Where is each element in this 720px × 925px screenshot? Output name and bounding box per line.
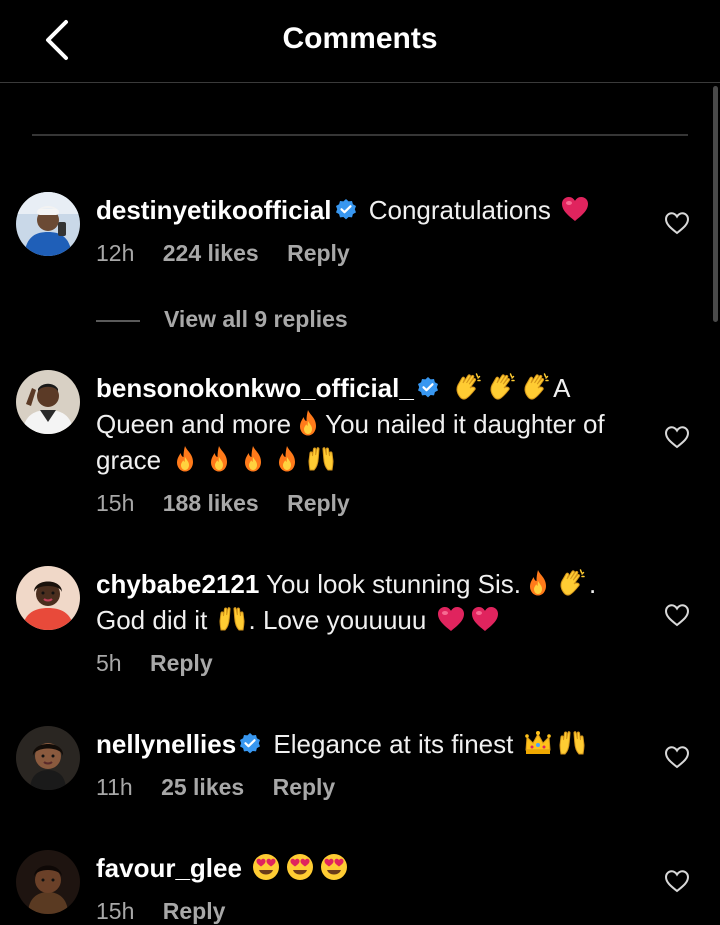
avatar-image xyxy=(16,192,80,256)
red-heart-emoji-icon xyxy=(560,194,590,224)
username[interactable]: favour_glee xyxy=(96,853,242,883)
section-divider xyxy=(32,134,688,136)
heart-eyes-emoji-icon xyxy=(251,852,281,882)
fire-emoji-icon xyxy=(523,568,553,598)
comment-meta: 15h 188 likes Reply xyxy=(96,490,372,517)
page-title: Comments xyxy=(282,22,438,55)
comment-meta: 5h Reply xyxy=(96,650,235,677)
reply-button[interactable]: Reply xyxy=(163,898,226,924)
comment-body-part: . Love youuuuu xyxy=(248,605,427,635)
heart-eyes-emoji-icon xyxy=(319,852,349,882)
fire-emoji-icon xyxy=(272,444,302,474)
comment-time: 15h xyxy=(96,898,135,924)
avatar[interactable] xyxy=(16,850,80,914)
comment-body-part: . xyxy=(588,569,597,599)
comment-body-part: You look stunning Sis. xyxy=(266,569,521,599)
username[interactable]: destinyetikoofficial xyxy=(96,195,332,225)
heart-eyes-emoji-icon xyxy=(285,852,315,882)
avatar-image xyxy=(16,850,80,914)
fire-emoji-icon xyxy=(204,444,234,474)
like-heart-icon[interactable] xyxy=(664,211,690,235)
avatar[interactable] xyxy=(16,370,80,434)
header-bar: Comments xyxy=(0,0,720,83)
like-heart-icon[interactable] xyxy=(664,745,690,769)
username[interactable]: bensonokonkwo_official_ xyxy=(96,373,414,403)
view-replies-link[interactable]: View all 9 replies xyxy=(96,306,348,333)
red-heart-emoji-icon xyxy=(436,604,466,634)
replies-line xyxy=(96,319,140,322)
clapping-hands-emoji-icon xyxy=(453,372,483,402)
comment-text: chybabe2121 You look stunning Sis.. God … xyxy=(96,566,636,638)
likes-count[interactable]: 25 likes xyxy=(161,774,244,800)
fire-emoji-icon xyxy=(170,444,200,474)
like-heart-icon[interactable] xyxy=(664,603,690,627)
avatar-image xyxy=(16,566,80,630)
reply-button[interactable]: Reply xyxy=(273,774,336,800)
reply-button[interactable]: Reply xyxy=(150,650,213,676)
comment-meta: 15h Reply xyxy=(96,898,247,925)
fire-emoji-icon xyxy=(293,408,323,438)
comment-body: Elegance at its finest xyxy=(273,729,514,759)
crown-emoji-icon xyxy=(523,728,553,758)
comment-text: bensonokonkwo_official_ A Queen and more… xyxy=(96,370,636,478)
raised-hands-emoji-icon xyxy=(217,604,247,634)
comment-text: nellynellies Elegance at its finest xyxy=(96,726,636,762)
comment-time: 11h xyxy=(96,774,133,800)
comment-meta: 12h 224 likes Reply xyxy=(96,240,372,267)
username[interactable]: nellynellies xyxy=(96,729,236,759)
comment-text: destinyetikoofficial Congratulations xyxy=(96,192,636,228)
avatar[interactable] xyxy=(16,726,80,790)
reply-button[interactable]: Reply xyxy=(287,490,350,516)
verified-badge-icon xyxy=(334,198,358,222)
avatar[interactable] xyxy=(16,192,80,256)
comment-time: 15h xyxy=(96,490,135,516)
avatar[interactable] xyxy=(16,566,80,630)
comment-meta: 11h 25 likes Reply xyxy=(96,774,357,801)
raised-hands-emoji-icon xyxy=(557,728,587,758)
comment-time: 12h xyxy=(96,240,135,266)
clapping-hands-emoji-icon xyxy=(487,372,517,402)
reply-button[interactable]: Reply xyxy=(287,240,350,266)
comment-time: 5h xyxy=(96,650,122,676)
like-heart-icon[interactable] xyxy=(664,425,690,449)
like-heart-icon[interactable] xyxy=(664,869,690,893)
clapping-hands-emoji-icon xyxy=(521,372,551,402)
likes-count[interactable]: 188 likes xyxy=(163,490,259,516)
scrollbar[interactable] xyxy=(713,86,718,322)
clapping-hands-emoji-icon xyxy=(557,568,587,598)
comment-body: Congratulations xyxy=(368,195,551,225)
avatar-image xyxy=(16,726,80,790)
fire-emoji-icon xyxy=(238,444,268,474)
raised-hands-emoji-icon xyxy=(306,444,336,474)
view-replies-label: View all 9 replies xyxy=(164,306,348,332)
likes-count[interactable]: 224 likes xyxy=(163,240,259,266)
comment-body-part: God did it xyxy=(96,605,208,635)
red-heart-emoji-icon xyxy=(470,604,500,634)
username[interactable]: chybabe2121 xyxy=(96,569,259,599)
avatar-image xyxy=(16,370,80,434)
verified-badge-icon xyxy=(416,376,440,400)
verified-badge-icon xyxy=(238,732,262,756)
comment-text: favour_glee xyxy=(96,850,636,886)
